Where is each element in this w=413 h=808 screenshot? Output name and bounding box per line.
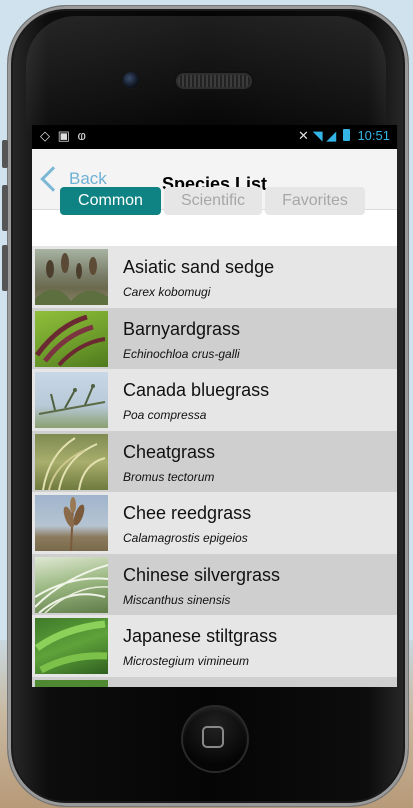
scientific-name: Carex kobomugi [123,285,211,299]
barnyardgrass-image-icon [35,314,106,366]
front-camera [123,72,139,88]
species-thumbnail [35,433,108,490]
list-item[interactable]: Chee reedgrass Calamagrostis epigeios [32,492,397,554]
mute-switch [2,140,8,168]
species-thumbnail [35,618,108,674]
sedge-image-icon [35,253,108,305]
status-right-icons: ✕ ◥ ◢ 10:51 [298,128,390,144]
scientific-name: Microstegium vimineum [123,654,250,668]
scientific-name: Poa compressa [123,408,207,422]
scientific-name: Echinochloa crus-galli [123,346,240,361]
home-square-icon [202,726,224,748]
segmented-control: Common Scientific Favorites [60,187,365,215]
list-item[interactable]: Asiatic sand sedge Carex kobomugi [32,246,397,308]
stiltgrass-image-icon [35,620,108,674]
list-item-partial[interactable] [32,676,397,687]
species-thumbnail [35,495,108,551]
earpiece-speaker [176,73,252,89]
list-item[interactable]: Canada bluegrass Poa compressa [32,369,397,431]
usb-icon: ⱷ [77,128,88,143]
common-name: Asiatic sand sedge [123,257,275,277]
cheatgrass-image-icon [42,436,106,490]
common-name: Chinese silvergrass [123,564,281,585]
list-item[interactable]: Chinese silvergrass Miscanthus sinensis [32,553,397,615]
status-left-icons: ◇ ▣ ⱷ [40,128,88,144]
species-thumbnail [35,372,108,428]
wifi-icon: ◥ [312,128,323,143]
signal-icon: ◢ [326,128,337,143]
tab-common[interactable]: Common [60,187,161,215]
silvergrass-image-icon [35,563,108,613]
tab-favorites[interactable]: Favorites [265,187,365,215]
notification-icon: ◇ [40,128,52,143]
list-item[interactable]: Barnyardgrass Echinochloa crus-galli [32,307,397,369]
common-name: Barnyardgrass [123,318,241,339]
scientific-name: Bromus tectorum [123,469,215,484]
image-icon: ▣ [57,128,72,143]
status-time: 10:51 [357,128,390,143]
volume-down-button [2,245,8,291]
species-thumbnail [35,310,108,367]
species-list: Asiatic sand sedge Carex kobomugi Barnya… [32,246,397,687]
list-item[interactable]: Cheatgrass Bromus tectorum [32,430,397,492]
list-item[interactable]: Japanese stiltgrass Microstegium vimineu… [32,615,397,677]
battery-icon [342,129,350,141]
common-name: Cheatgrass [123,441,216,462]
reedgrass-image-icon [63,497,85,551]
species-thumbnail [35,679,108,687]
status-bar: ◇ ▣ ⱷ ✕ ◥ ◢ 10:51 [32,125,397,149]
volume-up-button [2,185,8,231]
bluegrass-image-icon [38,384,106,415]
scientific-name: Miscanthus sinensis [123,592,231,607]
tab-scientific[interactable]: Scientific [164,187,262,215]
scientific-name: Calamagrostis epigeios [123,531,248,545]
app-screen: ◇ ▣ ⱷ ✕ ◥ ◢ 10:51 Back Species List Comm… [32,125,397,687]
mute-icon: ✕ [298,128,309,143]
common-name: Canada bluegrass [123,380,270,400]
common-name: Japanese stiltgrass [123,626,278,646]
home-button[interactable] [183,707,247,771]
common-name: Chee reedgrass [123,503,252,523]
species-thumbnail [35,249,108,305]
species-thumbnail [35,556,108,613]
